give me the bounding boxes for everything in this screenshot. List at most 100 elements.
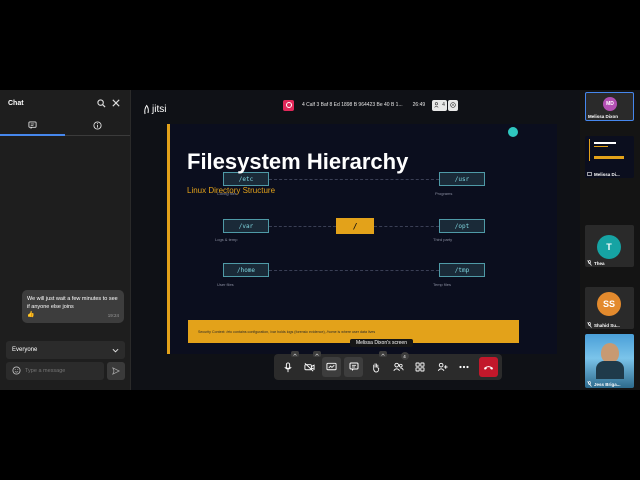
connector <box>269 226 336 227</box>
participant-count: 4 <box>442 102 445 108</box>
participant-name: Shahid Su... <box>587 322 620 328</box>
message-composer <box>6 362 125 380</box>
chat-message: We will just wait a few minutes to see i… <box>22 290 124 323</box>
hand-icon <box>373 362 380 372</box>
microphone-button[interactable] <box>278 351 300 377</box>
chat-message-text: We will just wait a few minutes to see i… <box>27 296 118 310</box>
info-icon <box>93 121 102 130</box>
participant-tile[interactable]: Melissa Di... <box>585 136 634 178</box>
emoji-icon[interactable] <box>12 366 21 375</box>
grid-icon <box>415 362 425 372</box>
recording-indicator[interactable] <box>283 99 294 111</box>
mic-muted-icon <box>587 322 592 328</box>
chat-bubble-icon <box>28 120 37 129</box>
room-name: 4 Calf 3 Baf 8 Ed 1898 B 964423 Be 40 B … <box>302 102 403 108</box>
screen-share-icon <box>326 362 337 371</box>
meeting-toolbar: 4 <box>274 351 502 380</box>
people-icon <box>392 362 404 371</box>
mic-options-caret[interactable] <box>291 351 300 357</box>
participant-tile[interactable]: T Thea <box>585 225 634 267</box>
dir-home: /home <box>223 263 269 277</box>
chat-button[interactable] <box>344 357 364 377</box>
slide-subtitle: Linux Directory Structure <box>187 186 276 195</box>
participant-filmstrip: MD Melissa Dixon Melissa Di... T Thea SS <box>580 90 640 390</box>
avatar: MD <box>603 97 617 111</box>
close-icon[interactable] <box>110 97 122 109</box>
invite-button[interactable] <box>433 357 452 377</box>
connector <box>269 270 439 271</box>
logo-text: jitsi <box>152 103 167 115</box>
raise-hand-button[interactable] <box>366 351 388 377</box>
add-person-icon <box>437 362 448 371</box>
screen-share-small-icon <box>587 172 592 176</box>
main-stage: jitsi 4 Calf 3 Baf 8 Ed 1898 B 964423 Be… <box>131 90 580 390</box>
hangup-button[interactable] <box>478 357 498 377</box>
chat-header: Chat <box>0 90 130 116</box>
tile-view-button[interactable] <box>411 357 430 377</box>
participants-button[interactable]: 4 <box>388 352 409 377</box>
participant-video <box>601 343 619 363</box>
connector <box>374 226 439 227</box>
more-icon <box>459 365 469 369</box>
reactions-caret[interactable] <box>379 351 388 357</box>
signal-icon <box>450 102 456 108</box>
more-options-button[interactable] <box>455 357 474 377</box>
search-icon[interactable] <box>95 97 107 109</box>
dir-home-caption: User files <box>217 282 234 287</box>
mic-muted-icon <box>587 381 592 387</box>
dir-opt: /opt <box>439 219 485 233</box>
chat-tabs <box>0 116 130 136</box>
send-icon <box>112 367 120 375</box>
screen-share-button[interactable] <box>322 357 342 377</box>
slide-title: Filesystem Hierarchy <box>187 149 409 174</box>
dir-tmp-caption: Temp files <box>433 282 452 287</box>
meeting-window: Chat We will just wait a few minutes to … <box>0 90 640 390</box>
avatar: SS <box>597 292 621 316</box>
recipient-select[interactable]: Everyone <box>6 341 125 359</box>
dir-var: /var <box>223 219 269 233</box>
participant-name: Melissa Dixon <box>588 114 619 119</box>
jitsi-logo: jitsi <box>143 103 166 115</box>
camera-off-icon <box>304 363 315 372</box>
participant-tile[interactable]: Jess Briga... <box>585 334 634 388</box>
connector <box>269 179 439 180</box>
dir-tmp: /tmp <box>439 263 485 277</box>
people-icon <box>434 102 439 108</box>
participant-count-button[interactable]: 4 <box>432 99 447 111</box>
participant-name: Melissa Di... <box>587 172 620 177</box>
participant-tile[interactable]: SS Shahid Su... <box>585 287 634 329</box>
connection-button[interactable] <box>447 99 458 111</box>
message-timestamp: 19:24 <box>107 313 119 318</box>
jitsi-icon <box>144 104 149 115</box>
recipient-value: Everyone <box>12 347 38 353</box>
mic-muted-icon <box>587 260 592 266</box>
microphone-icon <box>283 361 292 372</box>
participants-badge: 4 <box>400 352 409 360</box>
chat-icon <box>349 362 359 371</box>
send-button[interactable] <box>107 362 125 380</box>
dir-opt-caption: Third party <box>433 237 453 242</box>
dir-usr: /usr <box>439 172 485 186</box>
presenter-cursor-dot <box>508 127 518 137</box>
meeting-timer: 26:49 <box>412 102 426 108</box>
chevron-down-icon <box>112 348 119 353</box>
screen-share-thumbnail <box>589 139 629 161</box>
avatar: T <box>597 235 621 259</box>
chat-panel: Chat We will just wait a few minutes to … <box>0 90 131 390</box>
shared-slide: /etc Config files Filesystem Hierarchy L… <box>167 124 557 354</box>
dir-usr-caption: Programs <box>435 191 453 196</box>
dir-var-caption: Logs & temp <box>215 237 238 242</box>
camera-button[interactable] <box>300 351 322 377</box>
tab-polls[interactable] <box>65 116 130 136</box>
screen-share-label: Melissa Dixon's screen <box>350 339 413 347</box>
thumbs-up-reaction: 👍 <box>27 312 35 318</box>
tab-chat[interactable] <box>0 116 65 136</box>
participant-tile[interactable]: MD Melissa Dixon <box>585 92 634 121</box>
phone-hangup-icon <box>483 365 493 370</box>
participant-name: Thea <box>587 260 605 266</box>
root-dir: / <box>336 218 374 234</box>
slide-accent-bar <box>167 124 170 354</box>
chat-title: Chat <box>8 99 24 107</box>
participant-name: Jess Briga... <box>587 381 621 387</box>
camera-options-caret[interactable] <box>313 351 322 357</box>
